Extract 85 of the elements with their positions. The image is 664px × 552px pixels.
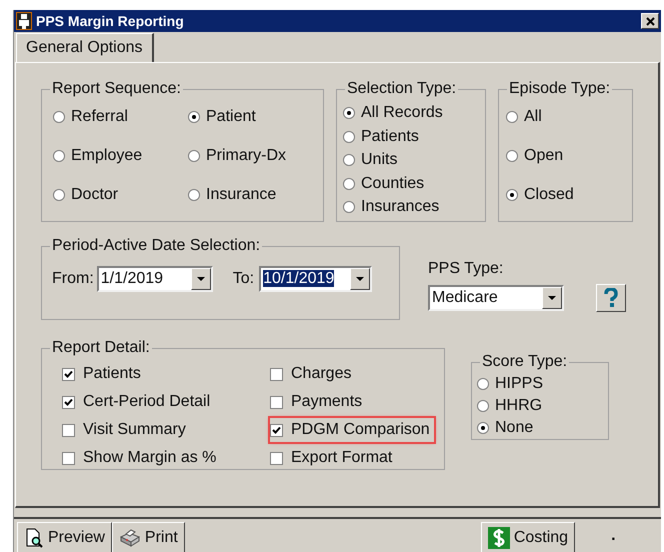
dropdown[interactable]: 1/1/2019 xyxy=(96,266,213,292)
group-title: Selection Type: xyxy=(346,79,458,99)
checkbox[interactable] xyxy=(270,368,283,380)
radio-label: None xyxy=(495,418,534,438)
status-text: . xyxy=(611,526,616,546)
checkbox[interactable] xyxy=(62,424,75,436)
radio-button[interactable] xyxy=(477,378,489,390)
radio-button[interactable] xyxy=(343,130,355,142)
toolbar-button[interactable]: Print xyxy=(112,522,185,552)
from-label: From: xyxy=(52,269,94,289)
group-title: Episode Type: xyxy=(508,79,612,99)
radio-label: Units xyxy=(361,150,398,170)
checkbox-label: Cert-Period Detail xyxy=(83,392,210,412)
toolbar-button[interactable]: Costing xyxy=(480,522,576,552)
radio-button[interactable] xyxy=(506,111,518,123)
checkbox[interactable] xyxy=(62,396,75,408)
radio-label: Employee xyxy=(71,146,142,166)
radio-label: Primary-Dx xyxy=(206,146,286,166)
printer-icon xyxy=(118,528,141,546)
radio-button[interactable] xyxy=(53,150,65,162)
checkbox[interactable] xyxy=(270,452,283,464)
dollar-icon xyxy=(488,526,510,548)
caret-icon xyxy=(356,277,364,281)
caret-icon xyxy=(196,277,205,281)
radio-label: All Records xyxy=(361,103,443,123)
radio-button[interactable] xyxy=(343,154,355,166)
checkbox-label: Visit Summary xyxy=(83,420,186,440)
checkbox-label: Charges xyxy=(291,364,352,384)
radio-button[interactable] xyxy=(53,111,65,123)
dropdown-arrow-button[interactable] xyxy=(190,268,211,290)
checkbox-label: PDGM Comparison xyxy=(291,420,430,440)
close-button[interactable] xyxy=(641,13,659,29)
radio-button[interactable] xyxy=(343,178,355,190)
window-title: PPS Margin Reporting xyxy=(36,12,185,31)
radio-label: HIPPS xyxy=(495,374,544,394)
dropdown-arrow-button[interactable] xyxy=(542,287,562,309)
group-title: Report Detail: xyxy=(51,338,151,358)
radio-button[interactable] xyxy=(188,150,200,162)
checkbox[interactable] xyxy=(270,424,283,436)
checkbox-label: Patients xyxy=(83,364,141,384)
toolbar-button[interactable]: Preview xyxy=(17,522,112,552)
dropdown-arrow-button[interactable] xyxy=(350,268,370,290)
radio-label: Insurance xyxy=(206,185,276,205)
dropdown[interactable]: 10/1/2019 xyxy=(259,266,372,292)
tab[interactable]: General Options xyxy=(16,33,154,62)
dropdown-value: Medicare xyxy=(431,288,499,308)
radio-button[interactable] xyxy=(343,107,355,119)
radio-label: Patient xyxy=(206,107,256,127)
checkbox-label: Export Format xyxy=(291,448,392,468)
radio-label: Patients xyxy=(361,126,419,146)
radio-label: Referral xyxy=(71,107,128,127)
radio-button[interactable] xyxy=(477,400,489,412)
radio-label: Insurances xyxy=(361,197,440,217)
radio-button[interactable] xyxy=(506,189,518,201)
dropdown[interactable]: Medicare xyxy=(428,285,564,311)
checkbox-label: Show Margin as % xyxy=(83,448,216,468)
radio-label: Closed xyxy=(524,185,574,205)
radio-label: Doctor xyxy=(71,185,118,205)
caret-icon xyxy=(548,296,556,300)
checkbox[interactable] xyxy=(62,368,75,380)
group-title: Score Type: xyxy=(481,352,568,372)
question-mark-icon xyxy=(604,288,618,308)
radio-button[interactable] xyxy=(477,422,489,434)
radio-label: HHRG xyxy=(495,396,542,416)
close-icon xyxy=(646,16,654,26)
radio-button[interactable] xyxy=(53,189,65,201)
group-title: Period-Active Date Selection: xyxy=(51,236,262,256)
to-label: To: xyxy=(232,269,254,289)
checkbox-label: Payments xyxy=(291,392,362,412)
checkbox[interactable] xyxy=(62,452,75,464)
radio-button[interactable] xyxy=(343,201,355,213)
radio-label: Counties xyxy=(361,174,424,194)
magnifier-document-icon xyxy=(24,528,44,548)
pps-type-label: PPS Type: xyxy=(428,259,504,279)
group-title: Report Sequence: xyxy=(51,79,182,99)
dropdown-value: 10/1/2019 xyxy=(262,269,336,289)
radio-button[interactable] xyxy=(188,111,200,123)
help-button[interactable] xyxy=(596,284,626,312)
radio-label: Open xyxy=(524,146,564,166)
checkbox[interactable] xyxy=(270,396,283,408)
radio-button[interactable] xyxy=(188,189,200,201)
radio-button[interactable] xyxy=(506,150,518,162)
radio-label: All xyxy=(524,107,542,127)
app-icon xyxy=(16,12,32,30)
dropdown-value: 1/1/2019 xyxy=(100,269,164,289)
